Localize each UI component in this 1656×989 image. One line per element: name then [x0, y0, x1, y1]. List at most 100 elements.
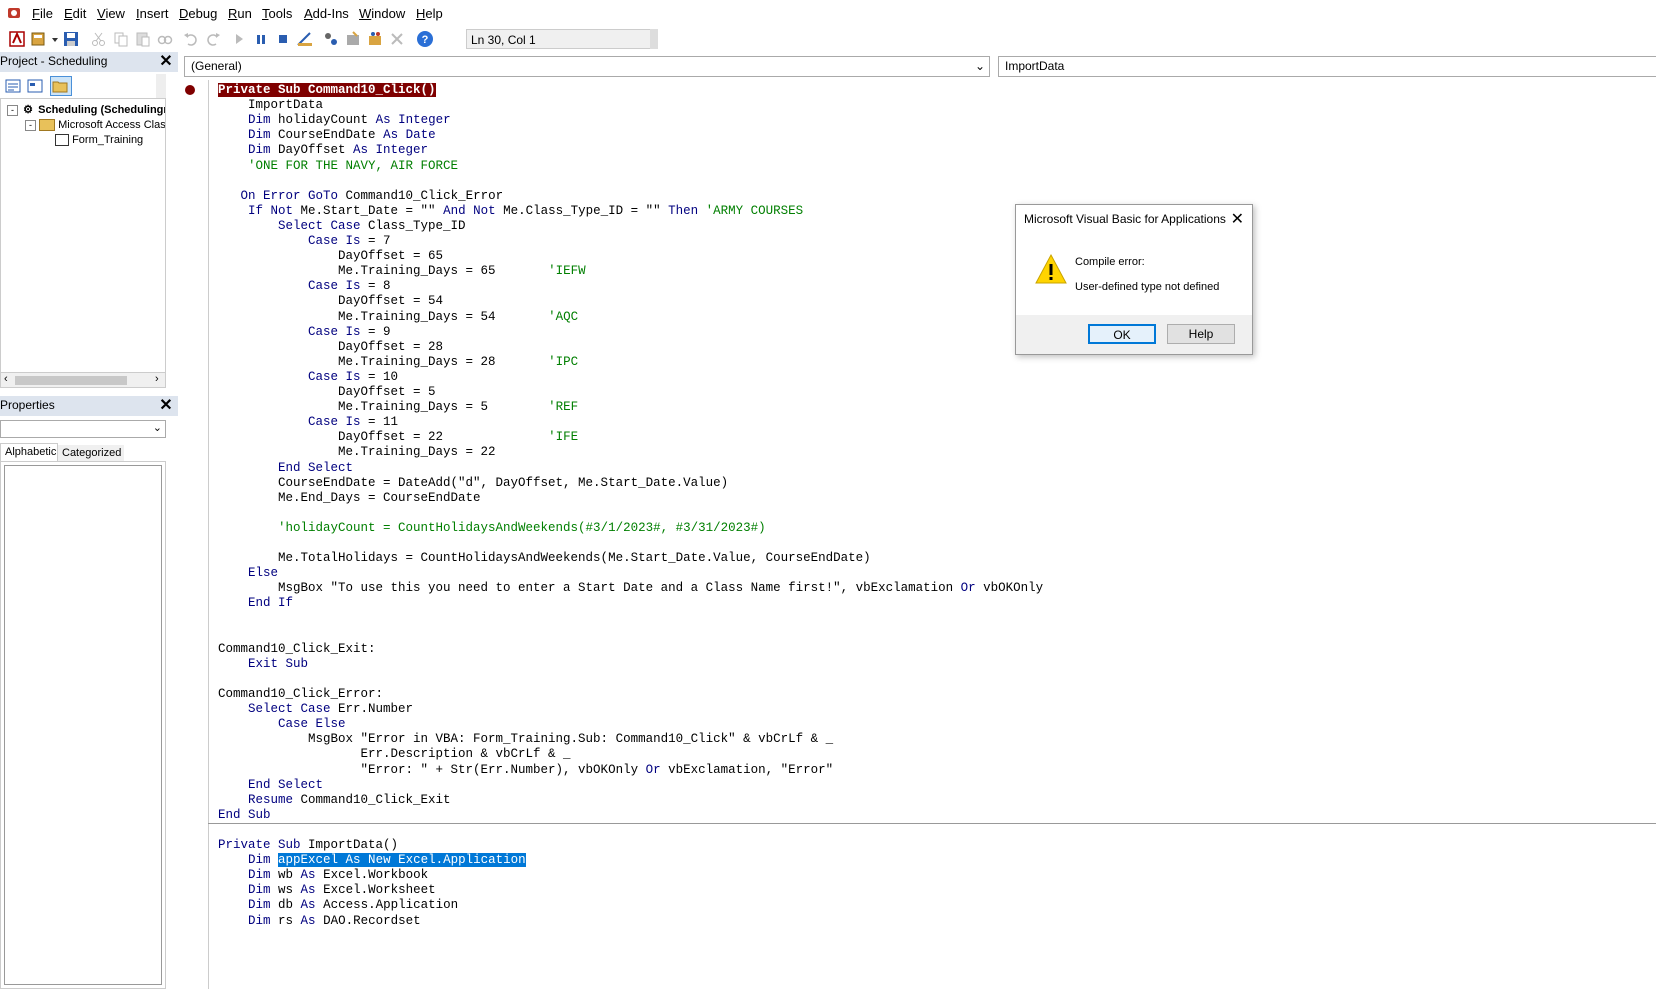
code-editor[interactable]: Private Sub Command10_Click() ImportData… — [218, 80, 1638, 989]
code-line[interactable]: Dim holidayCount As Integer — [218, 112, 451, 128]
menu-add-ins[interactable]: Add-Ins — [304, 6, 349, 21]
code-line[interactable]: Case Is = 9 — [218, 324, 391, 340]
breakpoint-icon[interactable] — [185, 85, 195, 95]
menu-run[interactable]: Run — [228, 6, 252, 21]
menu-view[interactable]: View — [97, 6, 125, 21]
tab-alphabetic[interactable]: Alphabetic — [0, 443, 58, 461]
code-line[interactable]: Err.Description & vbCrLf & _ — [218, 746, 571, 762]
menu-tools[interactable]: Tools — [262, 6, 292, 21]
menu-insert[interactable]: Insert — [136, 6, 169, 21]
object-browser-icon[interactable] — [366, 30, 384, 48]
menu-debug[interactable]: Debug — [179, 6, 217, 21]
object-select[interactable]: ⌄ — [0, 420, 166, 438]
cut-icon[interactable] — [90, 30, 108, 48]
run-icon[interactable] — [230, 30, 248, 48]
code-line[interactable]: Me.Training_Days = 65 'IEFW — [218, 263, 586, 279]
code-line[interactable]: Case Is = 11 — [218, 414, 398, 430]
properties-list[interactable] — [4, 465, 162, 985]
code-line[interactable]: Case Is = 8 — [218, 278, 391, 294]
toolbox-icon[interactable] — [388, 30, 406, 48]
code-line[interactable]: CourseEndDate = DateAdd("d", DayOffset, … — [218, 475, 728, 491]
code-line[interactable]: End Select — [218, 777, 323, 793]
view-code-icon[interactable] — [4, 77, 22, 95]
scrollbar-thumb[interactable] — [15, 376, 127, 385]
code-line[interactable]: DayOffset = 54 — [218, 293, 443, 309]
code-line[interactable]: DayOffset = 28 — [218, 339, 443, 355]
code-line[interactable]: If Not Me.Start_Date = "" And Not Me.Cla… — [218, 203, 803, 219]
tree-node-class-objects[interactable]: - Microsoft Access Class O — [25, 119, 165, 132]
code-line[interactable]: On Error GoTo Command10_Click_Error — [218, 188, 504, 204]
design-mode-icon[interactable] — [296, 30, 314, 48]
close-icon[interactable]: ✕ — [158, 398, 174, 414]
view-object-icon[interactable] — [26, 77, 44, 95]
procedure-combo[interactable]: ImportData — [998, 56, 1656, 77]
find-icon[interactable] — [156, 30, 174, 48]
code-line[interactable]: Dim rs As DAO.Recordset — [218, 913, 421, 929]
help-button[interactable]: Help — [1167, 324, 1235, 344]
code-line[interactable]: Me.TotalHolidays = CountHolidaysAndWeeke… — [218, 550, 871, 566]
project-toolbar-overflow[interactable] — [156, 74, 166, 98]
code-line[interactable]: Select Case Err.Number — [218, 701, 413, 717]
menu-file[interactable]: File — [32, 6, 53, 21]
tab-categorized[interactable]: Categorized — [58, 445, 124, 461]
menu-help[interactable]: Help — [416, 6, 443, 21]
code-line[interactable]: DayOffset = 5 — [218, 384, 436, 400]
view-access-icon[interactable] — [8, 30, 26, 48]
code-line[interactable]: Command10_Click_Error: — [218, 686, 383, 702]
save-icon[interactable] — [62, 30, 80, 48]
code-line[interactable]: Me.Training_Days = 22 — [218, 444, 496, 460]
code-line[interactable]: Command10_Click_Exit: — [218, 641, 376, 657]
code-line[interactable]: Resume Command10_Click_Exit — [218, 792, 451, 808]
undo-icon[interactable] — [182, 30, 200, 48]
code-line[interactable]: "Error: " + Str(Err.Number), vbOKOnly Or… — [218, 762, 834, 778]
code-line[interactable]: Me.End_Days = CourseEndDate — [218, 490, 481, 506]
code-line[interactable]: Case Is = 7 — [218, 233, 391, 249]
code-line[interactable]: ImportData — [218, 97, 323, 113]
code-line[interactable]: Case Is = 10 — [218, 369, 398, 385]
code-line[interactable]: Else — [218, 565, 278, 581]
code-line[interactable]: Me.Training_Days = 28 'IPC — [218, 354, 578, 370]
code-line[interactable]: DayOffset = 22 'IFE — [218, 429, 578, 445]
code-line[interactable]: Dim appExcel As New Excel.Application — [218, 852, 526, 868]
code-line[interactable]: Dim CourseEndDate As Date — [218, 127, 436, 143]
code-line[interactable]: End Select — [218, 460, 353, 476]
help-icon[interactable]: ? — [416, 30, 434, 48]
code-line[interactable]: Dim wb As Excel.Workbook — [218, 867, 428, 883]
tree-node-scheduling[interactable]: - ⚙ Scheduling (Schedulingr — [7, 103, 165, 116]
insert-dropdown-icon[interactable] — [46, 30, 58, 48]
tree-node-form-training[interactable]: Form_Training — [55, 134, 165, 147]
code-line[interactable]: End If — [218, 595, 293, 611]
scroll-right-icon[interactable]: › — [155, 373, 159, 385]
paste-icon[interactable] — [134, 30, 152, 48]
object-combo[interactable]: (General) ⌄ — [184, 56, 990, 77]
redo-icon[interactable] — [204, 30, 222, 48]
code-line[interactable]: Me.Training_Days = 5 'REF — [218, 399, 578, 415]
scroll-left-icon[interactable]: ‹ — [4, 373, 8, 385]
toolbar-options-icon[interactable] — [650, 29, 658, 49]
code-line[interactable]: Private Sub Command10_Click() — [218, 82, 436, 98]
code-line[interactable]: Case Else — [218, 716, 346, 732]
menu-edit[interactable]: Edit — [64, 6, 86, 21]
code-line[interactable]: Private Sub ImportData() — [218, 837, 398, 853]
vba-app-icon[interactable] — [7, 6, 21, 20]
project-explorer-icon[interactable] — [322, 30, 340, 48]
code-line[interactable]: 'holidayCount = CountHolidaysAndWeekends… — [218, 520, 766, 536]
code-line[interactable]: End Sub — [218, 807, 271, 823]
code-line[interactable]: MsgBox "To use this you need to enter a … — [218, 580, 1043, 596]
close-icon[interactable]: ✕ — [1231, 209, 1244, 229]
close-icon[interactable]: ✕ — [158, 54, 174, 70]
copy-icon[interactable] — [112, 30, 130, 48]
menu-window[interactable]: Window — [359, 6, 405, 21]
code-line[interactable]: Dim ws As Excel.Worksheet — [218, 882, 436, 898]
code-line[interactable]: Exit Sub — [218, 656, 308, 672]
margin-indicator-bar[interactable] — [182, 80, 209, 989]
code-line[interactable]: Dim db As Access.Application — [218, 897, 458, 913]
code-line[interactable]: Dim DayOffset As Integer — [218, 142, 428, 158]
ok-button[interactable]: OK — [1088, 324, 1156, 344]
reset-icon[interactable] — [274, 30, 292, 48]
code-line[interactable]: 'ONE FOR THE NAVY, AIR FORCE — [218, 158, 458, 174]
code-line[interactable]: Me.Training_Days = 54 'AQC — [218, 309, 578, 325]
code-line[interactable]: Select Case Class_Type_ID — [218, 218, 466, 234]
code-line[interactable]: DayOffset = 65 — [218, 248, 443, 264]
properties-window-icon[interactable] — [344, 30, 362, 48]
